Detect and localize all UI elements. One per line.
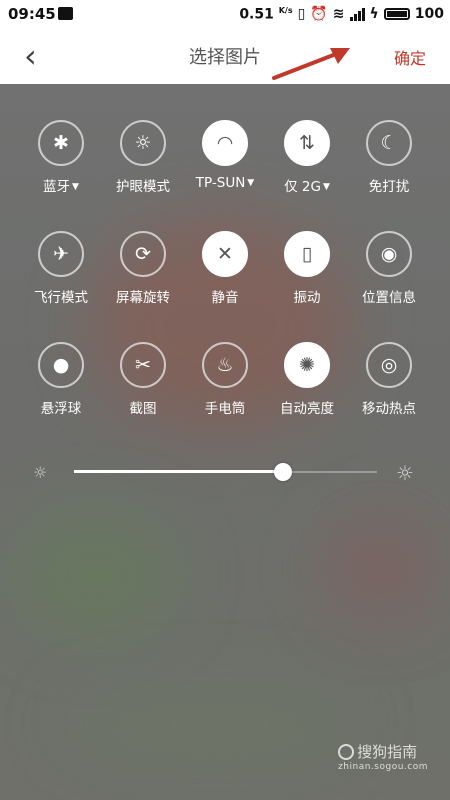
signal-icon xyxy=(349,7,365,21)
auto-brightness-icon[interactable]: ✺ xyxy=(284,342,330,388)
toggle-label: 截图 xyxy=(102,397,184,417)
toggle-label-text: TP-SUN xyxy=(195,175,246,191)
dropdown-caret-icon[interactable]: ▼ xyxy=(247,178,254,188)
toggle-label: 振动 xyxy=(266,286,348,306)
toggle-label: 仅 2G ▼ xyxy=(266,175,348,195)
toggle-airplane[interactable]: ✈ 飞行模式 xyxy=(20,231,102,306)
vibrate-status-icon: ▯ xyxy=(297,6,306,22)
toggle-label-text: 屏幕旋转 xyxy=(116,290,170,306)
toggle-label-text: 自动亮度 xyxy=(280,401,334,417)
toggle-label: 护眼模式 xyxy=(102,175,184,195)
status-time: 09:45 xyxy=(8,5,56,23)
mobile-data-icon[interactable]: ⇅ xyxy=(284,120,330,166)
toggle-bluetooth[interactable]: ✱ 蓝牙 ▼ xyxy=(20,120,102,195)
sogou-logo-icon xyxy=(338,744,355,760)
toggle-label: 手电筒 xyxy=(184,397,266,417)
toggle-moon[interactable]: ☾ 免打扰 xyxy=(348,120,430,195)
toggle-label: 移动热点 xyxy=(348,397,430,417)
brightness-low-icon: ☼ xyxy=(33,463,48,482)
toggle-label-text: 振动 xyxy=(293,290,321,306)
red-arrow-annotation xyxy=(272,48,350,80)
brightness-slider[interactable]: ☼ ☼ xyxy=(0,460,450,485)
background-blur-4 xyxy=(60,684,360,764)
title-bar: ‹ 选择图片 确定 xyxy=(0,28,450,85)
page-title: 选择图片 xyxy=(189,47,261,68)
toggle-flashlight[interactable]: ♨ 手电筒 xyxy=(184,342,266,417)
rotate-icon[interactable]: ⟳ xyxy=(120,231,166,277)
toggle-label-text: 位置信息 xyxy=(362,290,416,306)
background-blur-2 xyxy=(10,504,180,644)
quick-settings-panel: ✱ 蓝牙 ▼ ☼ 护眼模式 ◠ TP-SUN ▼ ⇅ 仅 2G ▼ ☾ 免打扰 ✈ 飞行模式 ⟳ 屏幕旋转 ✕ 静音… xyxy=(0,84,450,800)
brightness-high-icon: ☼ xyxy=(396,461,414,485)
moon-icon[interactable]: ☾ xyxy=(366,120,412,166)
confirm-button[interactable]: 确定 xyxy=(394,45,426,69)
toggle-label: 蓝牙 ▼ xyxy=(20,175,102,195)
watermark-url: zhinan.sogou.com xyxy=(338,762,428,772)
toggle-wifi[interactable]: ◠ TP-SUN ▼ xyxy=(184,120,266,191)
toggle-eye-care[interactable]: ☼ 护眼模式 xyxy=(102,120,184,195)
charging-icon: ϟ xyxy=(369,6,379,22)
toggle-rotate[interactable]: ⟳ 屏幕旋转 xyxy=(102,231,184,306)
toggle-scissors[interactable]: ✂ 截图 xyxy=(102,342,184,417)
battery-icon xyxy=(383,8,410,20)
toggle-hotspot[interactable]: ◎ 移动热点 xyxy=(348,342,430,417)
toggle-auto-brightness[interactable]: ✺ 自动亮度 xyxy=(266,342,348,417)
network-speed: 0.51 K/s xyxy=(239,5,293,23)
toggle-label-text: 飞行模式 xyxy=(34,290,88,306)
status-right: 0.51 K/s ▯ ⏰ ≋ ϟ 100 xyxy=(239,4,444,24)
watermark-logo: 搜狗指南 xyxy=(338,741,428,762)
dropdown-caret-icon[interactable]: ▼ xyxy=(323,182,330,192)
mail-icon xyxy=(58,7,73,20)
alarm-icon: ⏰ xyxy=(310,6,328,22)
toggle-label: 免打扰 xyxy=(348,175,430,195)
toggle-label: 飞行模式 xyxy=(20,286,102,306)
floating-ball-icon[interactable]: ● xyxy=(38,342,84,388)
toggle-mobile-data[interactable]: ⇅ 仅 2G ▼ xyxy=(266,120,348,195)
toggle-label: 屏幕旋转 xyxy=(102,286,184,306)
toggle-label-text: 免打扰 xyxy=(368,179,410,195)
toggle-label-text: 截图 xyxy=(129,401,157,417)
eye-care-icon[interactable]: ☼ xyxy=(120,120,166,166)
toggle-label-text: 蓝牙 xyxy=(43,179,71,195)
toggle-label: 位置信息 xyxy=(348,286,430,306)
toggle-label: TP-SUN ▼ xyxy=(184,175,266,191)
toggle-label-text: 手电筒 xyxy=(204,401,246,417)
toggle-label-text: 护眼模式 xyxy=(116,179,170,195)
hotspot-icon[interactable]: ◎ xyxy=(366,342,412,388)
toggle-mute[interactable]: ✕ 静音 xyxy=(184,231,266,306)
toggle-label-text: 仅 2G xyxy=(284,179,321,195)
toggle-label: 悬浮球 xyxy=(20,397,102,417)
battery-level: 100 xyxy=(414,6,444,22)
wifi-icon[interactable]: ◠ xyxy=(202,120,248,166)
background-blur-3 xyxy=(320,514,440,624)
toggle-label: 自动亮度 xyxy=(266,397,348,417)
dropdown-caret-icon[interactable]: ▼ xyxy=(72,182,79,192)
mute-icon[interactable]: ✕ xyxy=(202,231,248,277)
airplane-icon[interactable]: ✈ xyxy=(38,231,84,277)
status-bar: 09:45 0.51 K/s ▯ ⏰ ≋ ϟ 100 xyxy=(0,0,450,28)
vibrate-icon[interactable]: ▯ xyxy=(284,231,330,277)
wifi-status-icon: ≋ xyxy=(332,6,345,22)
location-icon[interactable]: ◉ xyxy=(366,231,412,277)
toggle-label-text: 静音 xyxy=(211,290,239,306)
bluetooth-icon[interactable]: ✱ xyxy=(38,120,84,166)
flashlight-icon[interactable]: ♨ xyxy=(202,342,248,388)
toggle-location[interactable]: ◉ 位置信息 xyxy=(348,231,430,306)
toggle-vibrate[interactable]: ▯ 振动 xyxy=(266,231,348,306)
slider-fill xyxy=(74,470,284,473)
toggle-label: 静音 xyxy=(184,286,266,306)
toggle-label-text: 悬浮球 xyxy=(40,401,82,417)
scissors-icon[interactable]: ✂ xyxy=(120,342,166,388)
watermark: 搜狗指南 zhinan.sogou.com xyxy=(338,741,428,772)
toggle-label-text: 移动热点 xyxy=(362,401,416,417)
toggle-floating-ball[interactable]: ● 悬浮球 xyxy=(20,342,102,417)
slider-knob[interactable] xyxy=(274,463,293,481)
